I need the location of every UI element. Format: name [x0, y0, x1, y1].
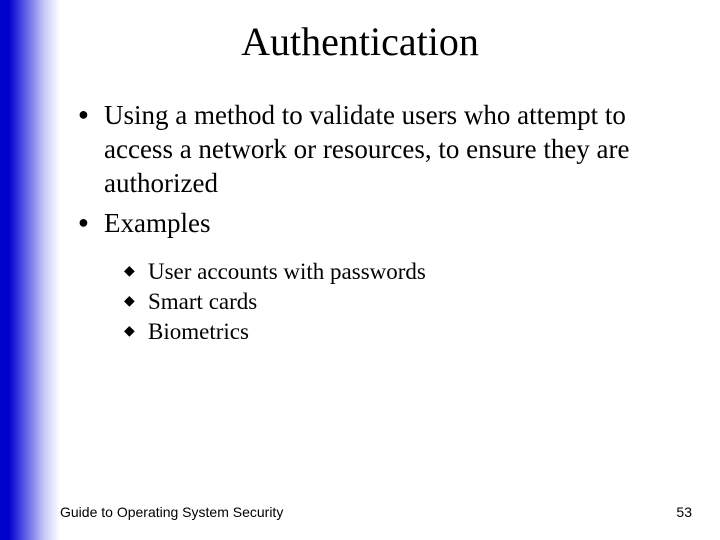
- bullet-disc-icon: ●: [78, 206, 104, 238]
- list-item: ◆ Smart cards: [124, 288, 678, 316]
- list-item-text: Biometrics: [148, 318, 249, 346]
- list-item: ◆ Biometrics: [124, 318, 678, 346]
- slide-title: Authentication: [0, 18, 720, 65]
- bullet-diamond-icon: ◆: [124, 318, 148, 346]
- body-list: ● Using a method to validate users who a…: [78, 98, 678, 348]
- footer-text: Guide to Operating System Security: [60, 504, 283, 520]
- slide-content: Authentication ● Using a method to valid…: [0, 0, 720, 540]
- sub-list: ◆ User accounts with passwords ◆ Smart c…: [124, 258, 678, 346]
- list-item: ● Examples: [78, 206, 678, 240]
- list-item: ● Using a method to validate users who a…: [78, 98, 678, 200]
- bullet-diamond-icon: ◆: [124, 288, 148, 316]
- list-item-text: Smart cards: [148, 288, 257, 316]
- bullet-disc-icon: ●: [78, 98, 104, 130]
- bullet-diamond-icon: ◆: [124, 258, 148, 286]
- list-item-text: Examples: [104, 206, 210, 240]
- list-item-text: Using a method to validate users who att…: [104, 98, 678, 200]
- list-item-text: User accounts with passwords: [148, 258, 426, 286]
- list-item: ◆ User accounts with passwords: [124, 258, 678, 286]
- page-number: 53: [676, 504, 692, 520]
